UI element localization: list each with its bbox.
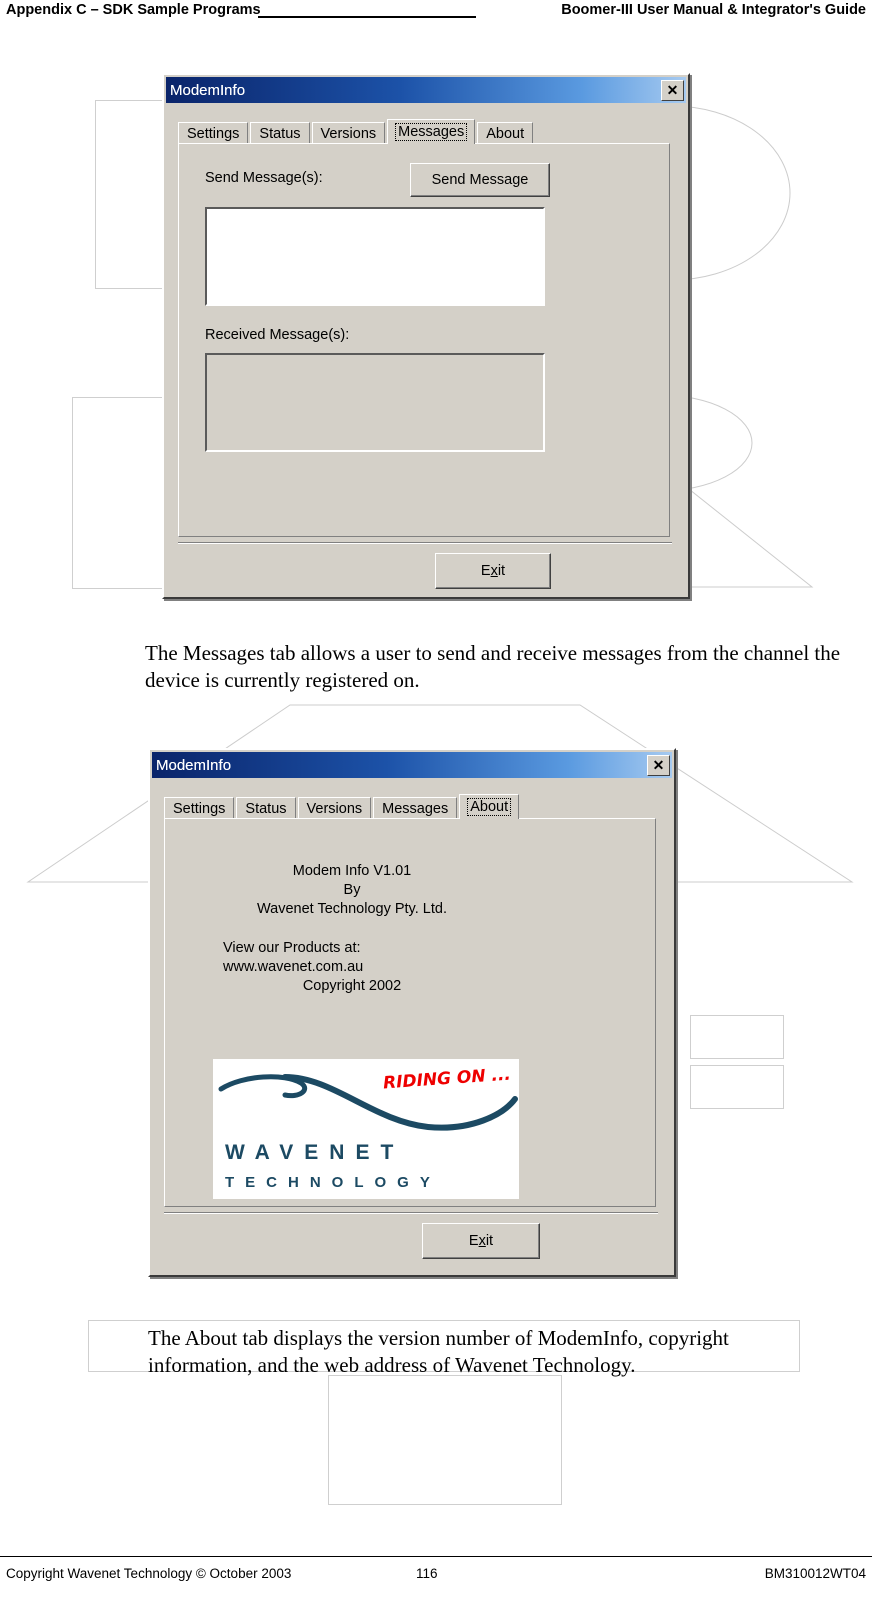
close-icon[interactable]: ✕ <box>647 754 670 776</box>
artifact-rectangle <box>690 1015 784 1059</box>
tab-messages[interactable]: Messages <box>387 119 476 144</box>
paragraph-messages: The Messages tab allows a user to send a… <box>145 641 841 692</box>
tab-messages[interactable]: Messages <box>373 797 458 819</box>
modeminfo-dialog-about: ModemInfo ✕ Settings Status Versions Mes… <box>148 748 676 1277</box>
received-message-output <box>205 353 545 452</box>
exit-button[interactable]: Exit <box>435 553 551 589</box>
about-products-label: View our Products at: <box>223 940 361 956</box>
paragraph-about: The About tab displays the version numbe… <box>148 1326 729 1377</box>
close-icon[interactable]: ✕ <box>661 79 684 101</box>
window-title: ModemInfo <box>170 81 246 99</box>
tab-status-label: Status <box>245 800 287 817</box>
tab-page-about: Modem Info V1.01 By Wavenet Technology P… <box>164 818 656 1207</box>
about-product-name: Modem Info V1.01 <box>292 863 412 879</box>
footer-rule <box>0 1556 872 1557</box>
artifact-rectangle <box>690 1065 784 1109</box>
header-rule <box>258 16 476 18</box>
modeminfo-dialog-messages: ModemInfo ✕ Settings Status Versions Mes… <box>162 73 690 599</box>
tab-versions[interactable]: Versions <box>311 122 386 144</box>
wavenet-logo: RIDING ON ... WAVENET TECHNOLOGY <box>213 1059 519 1199</box>
button-separator <box>164 1212 658 1214</box>
tab-versions-label: Versions <box>320 125 377 142</box>
tab-versions-label: Versions <box>306 800 363 817</box>
send-message-button-label: Send Message <box>431 172 529 188</box>
footer-doc-code: BM310012WT04 <box>764 1566 866 1581</box>
tab-settings-label: Settings <box>187 125 240 142</box>
tab-settings[interactable]: Settings <box>164 797 235 819</box>
tab-about[interactable]: About <box>477 122 534 144</box>
tab-page-messages: Send Message(s): Send Message Received M… <box>178 143 670 537</box>
tab-versions[interactable]: Versions <box>297 797 372 819</box>
tab-status[interactable]: Status <box>236 797 296 819</box>
tab-about-label: About <box>486 125 525 142</box>
exit-button-label: Exit <box>480 563 506 579</box>
tab-about-label: About <box>467 798 512 816</box>
about-company-name: Wavenet Technology Pty. Ltd. <box>257 901 447 917</box>
send-message-input[interactable] <box>205 207 545 306</box>
title-bar: ModemInfo ✕ <box>152 752 672 778</box>
send-message-button[interactable]: Send Message <box>410 163 550 197</box>
exit-button-label: Exit <box>468 1233 494 1249</box>
tab-messages-label: Messages <box>382 800 449 817</box>
tab-status-label: Status <box>259 125 301 142</box>
artifact-rectangle <box>328 1375 562 1505</box>
about-copyright: Copyright 2002 <box>302 978 402 994</box>
logo-word-technology: TECHNOLOGY <box>225 1174 441 1191</box>
window-title: ModemInfo <box>156 756 232 774</box>
button-separator <box>178 542 672 544</box>
about-website-url: www.wavenet.com.au <box>223 959 364 975</box>
send-messages-label: Send Message(s): <box>205 170 323 186</box>
footer-page-number: 116 <box>416 1566 438 1581</box>
exit-button[interactable]: Exit <box>422 1223 540 1259</box>
header-right-text: Boomer-III User Manual & Integrator's Gu… <box>561 2 866 18</box>
tab-about[interactable]: About <box>459 794 520 819</box>
tab-settings-label: Settings <box>173 800 226 817</box>
received-messages-label: Received Message(s): <box>205 327 350 343</box>
tab-strip: Settings Status Versions Messages About <box>178 119 535 144</box>
title-bar: ModemInfo ✕ <box>166 77 686 103</box>
tab-status[interactable]: Status <box>250 122 310 144</box>
footer-copyright: Copyright Wavenet Technology © October 2… <box>6 1566 292 1581</box>
logo-word-wavenet: WAVENET <box>225 1141 405 1164</box>
page-header: Appendix C – SDK Sample Programs Boomer-… <box>0 0 872 26</box>
tab-messages-label: Messages <box>395 123 468 141</box>
about-by-label: By <box>343 882 361 898</box>
header-left-text: Appendix C – SDK Sample Programs <box>6 2 261 18</box>
tab-strip: Settings Status Versions Messages About <box>164 794 521 819</box>
tab-settings[interactable]: Settings <box>178 122 249 144</box>
